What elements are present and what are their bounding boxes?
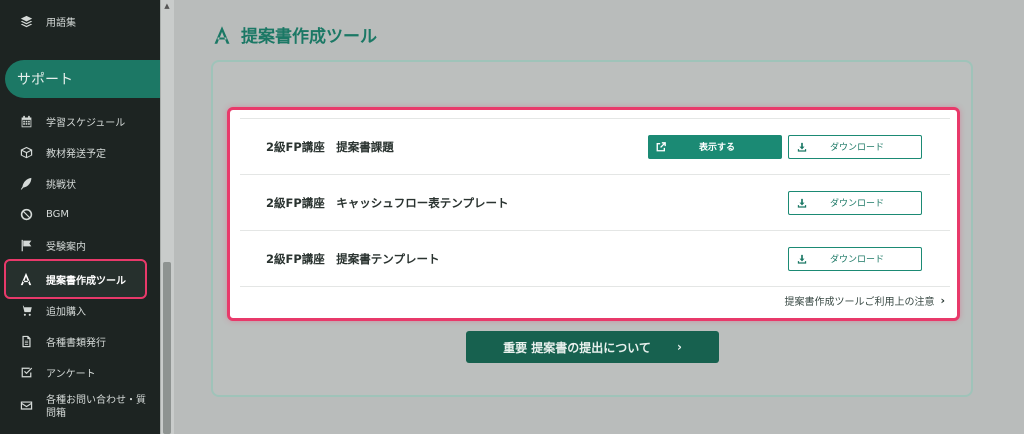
- sidebar-item-label-line2: 問箱: [46, 408, 66, 419]
- page-title-text: 提案書作成ツール: [241, 27, 377, 47]
- calendar-icon: [19, 114, 33, 128]
- download-icon: [797, 198, 807, 208]
- flag-icon: [19, 238, 33, 252]
- download-icon: [797, 254, 807, 264]
- sidebar-item-label: 用語集: [46, 17, 76, 29]
- sidebar-item-bgm[interactable]: BGM: [0, 201, 160, 227]
- sidebar-item-label: 提案書作成ツール: [46, 275, 126, 287]
- sidebar-item-proposal-tool[interactable]: 提案書作成ツール: [4, 259, 147, 299]
- chevron-right-icon: ›: [940, 294, 945, 307]
- scroll-up-arrow-icon[interactable]: ▲: [160, 0, 174, 12]
- sidebar-item-label: 学習スケジュール: [46, 117, 126, 129]
- page-title: 提案書作成ツール: [212, 22, 377, 47]
- document-icon: [19, 334, 33, 348]
- cart-icon: [19, 303, 33, 317]
- sidebar-item-contact[interactable]: 各種お問い合わせ・質 問箱: [0, 392, 160, 426]
- feather-icon: [19, 176, 33, 190]
- layers-icon: [19, 14, 33, 28]
- sidebar-item-schedule[interactable]: 学習スケジュール: [0, 108, 160, 134]
- sidebar-item-glossary[interactable]: 用語集: [0, 8, 160, 34]
- compass-icon: [19, 272, 33, 286]
- submission-info-label: 重要 提案書の提出について: [503, 340, 651, 355]
- list-item: 2級FP講座 キャッシュフロー表テンプレート ダウンロード: [240, 175, 950, 231]
- tool-list-panel: 2級FP講座 提案書課題 表示する ダウンロード 2級FP講座 キャッシュフロー…: [227, 107, 960, 321]
- sidebar-item-survey[interactable]: アンケート: [0, 359, 160, 385]
- submission-info-button[interactable]: 重要 提案書の提出について ›: [466, 331, 719, 363]
- list-item: 2級FP講座 提案書テンプレート ダウンロード: [240, 231, 950, 287]
- download-button-label: ダウンロード: [829, 199, 884, 209]
- checkbox-icon: [19, 365, 33, 379]
- row-title: 2級FP講座 キャッシュフロー表テンプレート: [266, 195, 509, 210]
- external-link-icon: [656, 141, 666, 152]
- compass-icon: [214, 25, 230, 44]
- row-title: 2級FP講座 提案書課題: [266, 139, 394, 154]
- download-button[interactable]: ダウンロード: [788, 246, 922, 271]
- usage-notice-link[interactable]: 提案書作成ツールご利用上の注意 ›: [784, 293, 945, 308]
- row-title: 2級FP講座 提案書テンプレート: [266, 251, 440, 266]
- sidebar-item-exam-guide[interactable]: 受験案内: [0, 232, 160, 258]
- list-item: 2級FP講座 提案書課題 表示する ダウンロード: [240, 119, 950, 175]
- sidebar-item-additional-purchase[interactable]: 追加購入: [0, 297, 160, 323]
- sidebar-item-label: 教材発送予定: [46, 148, 106, 160]
- section-label: サポート: [17, 72, 73, 88]
- download-button[interactable]: ダウンロード: [788, 190, 922, 215]
- sidebar-item-label: 各種お問い合わせ・質: [46, 395, 146, 406]
- sidebar-item-label: 受験案内: [46, 241, 86, 253]
- scrollbar-thumb[interactable]: [163, 262, 171, 434]
- view-button[interactable]: 表示する: [648, 134, 782, 159]
- sidebar-item-documents[interactable]: 各種書類発行: [0, 328, 160, 354]
- sidebar-item-label: 各種書類発行: [46, 337, 106, 349]
- download-button-label: ダウンロード: [829, 255, 884, 265]
- view-button-label: 表示する: [698, 143, 735, 153]
- sidebar-item-challenge[interactable]: 挑戦状: [0, 170, 160, 196]
- sidebar-item-label: BGM: [46, 208, 70, 220]
- sidebar-item-label: 追加購入: [46, 306, 86, 318]
- sidebar-item-label: アンケート: [46, 368, 96, 380]
- notice-link-label: 提案書作成ツールご利用上の注意: [784, 297, 935, 308]
- chevron-right-icon: ›: [676, 340, 682, 354]
- mail-icon: [19, 398, 33, 412]
- download-icon: [797, 142, 807, 152]
- download-button[interactable]: ダウンロード: [788, 134, 922, 159]
- box-icon: [19, 145, 33, 159]
- sidebar-item-shipping[interactable]: 教材発送予定: [0, 139, 160, 165]
- sidebar-item-label: 挑戦状: [46, 179, 76, 191]
- sidebar-section-support[interactable]: サポート: [5, 60, 160, 98]
- sidebar: 用語集 サポート 学習スケジュール 教材発送予定 挑戦状 BGM 受験案内 追加…: [0, 0, 160, 434]
- download-button-label: ダウンロード: [829, 143, 884, 153]
- music-disc-icon: [19, 207, 33, 221]
